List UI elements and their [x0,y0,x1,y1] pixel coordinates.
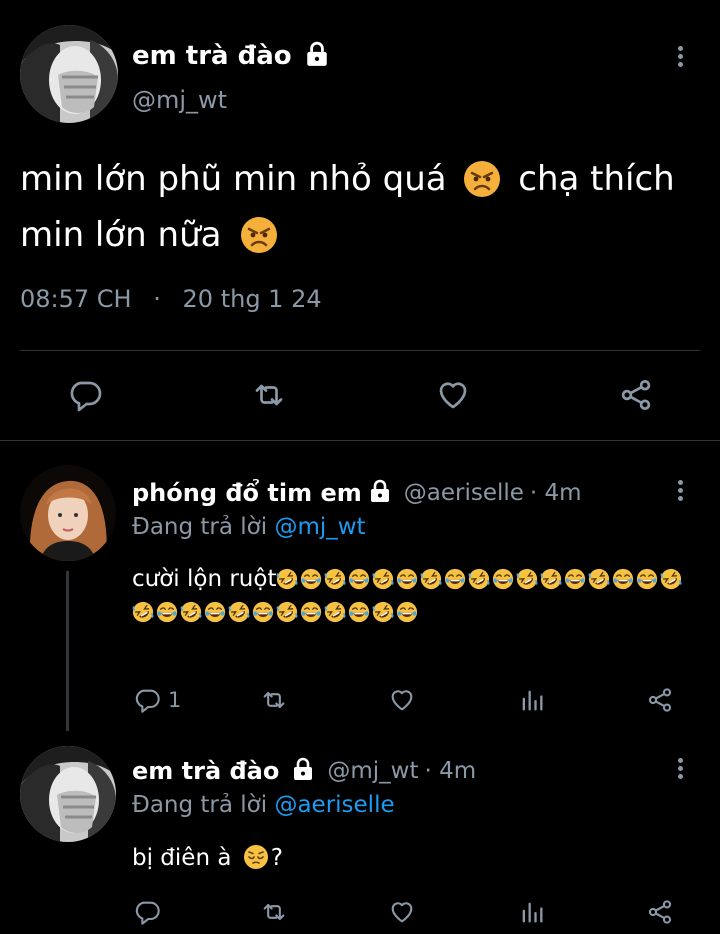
joy-face-icon [493,568,514,590]
rofl-face-icon [373,568,394,590]
reply-text: bị điên à ? [132,844,283,871]
reply-icon[interactable]: 1 [132,686,181,714]
rofl-face-icon [421,568,442,590]
rofl-face-icon [277,568,298,590]
tweet-text-line1: min lớn phũ min nhỏ quá [20,159,447,199]
pensive-face-icon [243,845,268,869]
tweet-timestamp[interactable]: 08:57 CH · 20 thg 1 24 [20,285,322,313]
tweet-time: 08:57 CH [20,285,132,313]
author-handle[interactable]: @mj_wt [327,758,418,784]
replying-to-label: Đang trả lời [132,792,268,818]
rofl-face-icon [517,568,538,590]
tweet-date: 20 thg 1 24 [182,285,322,313]
rofl-face-icon [589,568,610,590]
tweet-text: min lớn phũ min nhỏ quá chạ thích min lớ… [20,151,700,263]
reply-icon[interactable] [132,898,162,926]
joy-face-icon [396,601,418,623]
reply-icon[interactable] [66,377,104,413]
avatar[interactable] [20,465,116,561]
like-icon[interactable] [387,898,417,926]
share-icon[interactable] [645,898,675,926]
reply-age[interactable]: · 4m [530,480,582,506]
more-options-icon[interactable] [678,758,684,782]
reply-text-content: bị điên à [132,845,232,871]
author-name[interactable]: em trà đào [132,41,292,71]
separator-dot: · [153,285,161,313]
retweet-icon[interactable] [258,898,290,926]
replying-to-handle[interactable]: @mj_wt [274,514,365,540]
rofl-face-icon [325,568,346,590]
joy-face-icon [156,601,178,623]
joy-face-icon [565,568,586,590]
lock-icon [304,41,330,71]
lock-icon [368,479,392,507]
reply-text-suffix: ? [270,845,283,871]
joy-face-icon [445,568,466,590]
joy-face-icon [301,568,322,590]
rofl-face-icon [324,601,346,623]
rofl-face-icon [180,601,202,623]
rofl-face-icon [661,568,682,590]
rofl-face-icon [541,568,562,590]
rofl-face-icon [132,601,154,623]
author-name[interactable]: phóng đổ tim em [132,479,362,507]
rofl-face-icon [469,568,490,590]
joy-face-icon [349,568,370,590]
avatar[interactable] [20,746,116,842]
author-handle[interactable]: @aeriselle [404,480,524,506]
reply-text-content: cười lộn ruột [132,566,277,592]
thread-line [66,571,69,731]
reply-age[interactable]: · 4m [425,758,477,784]
author-name[interactable]: em trà đào [132,757,279,785]
analytics-icon[interactable] [518,898,546,926]
joy-face-icon [637,568,658,590]
replying-to-handle[interactable]: @aeriselle [274,792,394,818]
more-options-icon[interactable] [678,480,684,504]
share-icon[interactable] [617,377,655,413]
rofl-face-icon [372,601,394,623]
replying-to-label: Đang trả lời [132,514,268,540]
retweet-icon[interactable] [258,686,290,714]
joy-face-icon [397,568,418,590]
joy-face-icon [348,601,370,623]
joy-face-icon [613,568,634,590]
author-handle[interactable]: @mj_wt [132,86,227,114]
tweet-text-line1b: chạ thích [518,159,675,199]
lock-icon [291,757,315,785]
more-options-icon[interactable] [678,46,684,70]
like-icon[interactable] [387,686,417,714]
share-icon[interactable] [645,686,675,714]
retweet-icon[interactable] [249,377,289,413]
rofl-face-icon [228,601,250,623]
analytics-icon[interactable] [518,686,546,714]
rofl-face-icon [276,601,298,623]
angry-face-icon [241,217,278,253]
reply-count: 1 [168,688,182,712]
reply-text: cười lộn ruột [132,563,692,629]
like-icon[interactable] [434,377,472,413]
avatar[interactable] [20,25,118,123]
joy-face-icon [252,601,274,623]
joy-face-icon [204,601,226,623]
tweet-text-line2: min lớn nữa [20,215,222,255]
joy-face-icon [300,601,322,623]
angry-face-icon [464,161,501,197]
